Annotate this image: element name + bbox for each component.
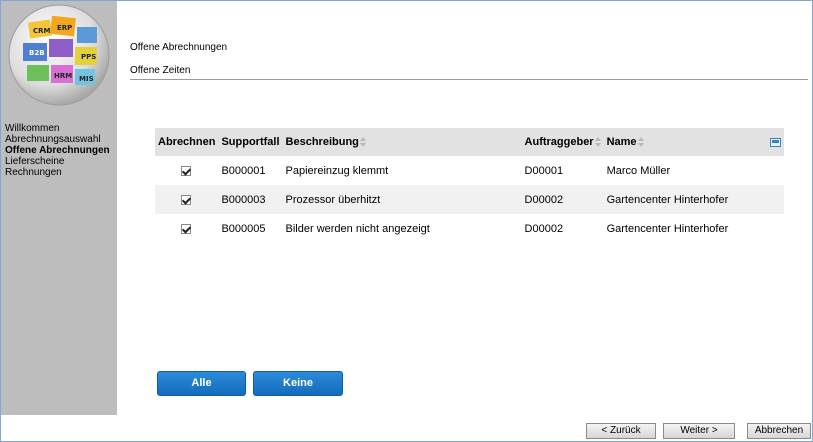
logo-text: B2B	[29, 49, 45, 57]
sidebar-item-lieferscheine[interactable]: Lieferscheine	[5, 156, 117, 167]
sidebar: CRM ERP B2B PPS HRM MIS Willkommen Abrec…	[1, 1, 117, 415]
beschreibung-cell: Papiereinzug klemmt	[285, 164, 389, 177]
table-header-row: Abrechnen Supportfall Beschreibung Auftr…	[155, 128, 784, 156]
column-header-auftraggeber[interactable]: Auftraggeber	[521, 128, 604, 156]
sort-icon[interactable]	[637, 137, 644, 148]
sidebar-item-offene-abrechnungen[interactable]: Offene Abrechnungen	[5, 145, 117, 156]
supportfall-cell: B000005	[221, 222, 266, 235]
auftraggeber-cell: D00002	[524, 222, 564, 235]
name-cell: Marco Müller	[606, 164, 671, 177]
column-header-supportfall: Supportfall	[218, 128, 283, 156]
sidebar-item-abrechnungsauswahl[interactable]: Abrechnungsauswahl	[5, 134, 117, 145]
sort-icon[interactable]	[359, 137, 366, 148]
name-cell: Gartencenter Hinterhofer	[603, 185, 784, 214]
logo-text: MIS	[79, 75, 94, 83]
auftraggeber-cell: D00001	[524, 164, 564, 177]
beschreibung-cell: Prozessor überhitzt	[282, 185, 522, 214]
header-label: Auftraggeber	[524, 136, 594, 148]
beschreibung-cell: Bilder werden nicht angezeigt	[285, 222, 430, 235]
logo-text: ERP	[57, 24, 72, 32]
abrechnen-cell[interactable]	[155, 214, 218, 243]
header-label: Supportfall	[221, 136, 280, 148]
logo-text: CRM	[33, 27, 51, 35]
table-row: B000005 Bilder werden nicht angezeigt D0…	[155, 214, 784, 243]
cancel-button[interactable]: Abbrechen	[747, 423, 811, 439]
column-header-abrechnen: Abrechnen	[155, 128, 219, 156]
abrechnen-checkbox[interactable]	[181, 223, 191, 234]
header-label: Name	[606, 136, 637, 148]
abrechnen-cell[interactable]	[155, 156, 218, 185]
sidebar-item-willkommen[interactable]: Willkommen	[5, 123, 117, 134]
supportfall-cell: B000003	[218, 185, 283, 214]
header-label: Beschreibung	[285, 136, 359, 148]
logo-text: HRM	[54, 72, 72, 80]
abrechnen-checkbox[interactable]	[181, 194, 191, 205]
table-row: B000001 Papiereinzug klemmt D00001 Marco…	[155, 156, 784, 185]
column-header-name[interactable]: Name	[603, 128, 764, 156]
export-icon[interactable]	[770, 137, 781, 148]
puzzle-globe-logo: CRM ERP B2B PPS HRM MIS	[8, 4, 110, 106]
divider	[130, 79, 808, 80]
sort-icon[interactable]	[594, 137, 601, 148]
supportfall-cell: B000001	[221, 164, 266, 177]
abrechnen-checkbox[interactable]	[181, 165, 191, 176]
abrechnen-cell[interactable]	[155, 185, 219, 214]
sidebar-nav: Willkommen Abrechnungsauswahl Offene Abr…	[5, 123, 117, 178]
sidebar-item-rechnungen[interactable]: Rechnungen	[5, 167, 117, 178]
column-header-export[interactable]	[763, 128, 784, 156]
auftraggeber-cell: D00002	[521, 185, 604, 214]
tab-offene-abrechnungen[interactable]: Offene Abrechnungen	[130, 42, 227, 53]
logo-text: PPS	[81, 53, 96, 61]
tab-offene-zeiten[interactable]: Offene Zeiten	[130, 65, 190, 76]
billing-table: Abrechnen Supportfall Beschreibung Auftr…	[155, 128, 784, 243]
name-cell: Gartencenter Hinterhofer	[606, 222, 729, 235]
next-button[interactable]: Weiter >	[663, 423, 735, 439]
table-row: B000003 Prozessor überhitzt D00002 Garte…	[155, 185, 784, 214]
column-header-beschreibung[interactable]: Beschreibung	[282, 128, 522, 156]
header-label: Abrechnen	[158, 136, 216, 148]
select-all-button[interactable]: Alle	[157, 371, 246, 396]
back-button[interactable]: < Zurück	[586, 423, 656, 439]
select-none-button[interactable]: Keine	[253, 371, 343, 396]
